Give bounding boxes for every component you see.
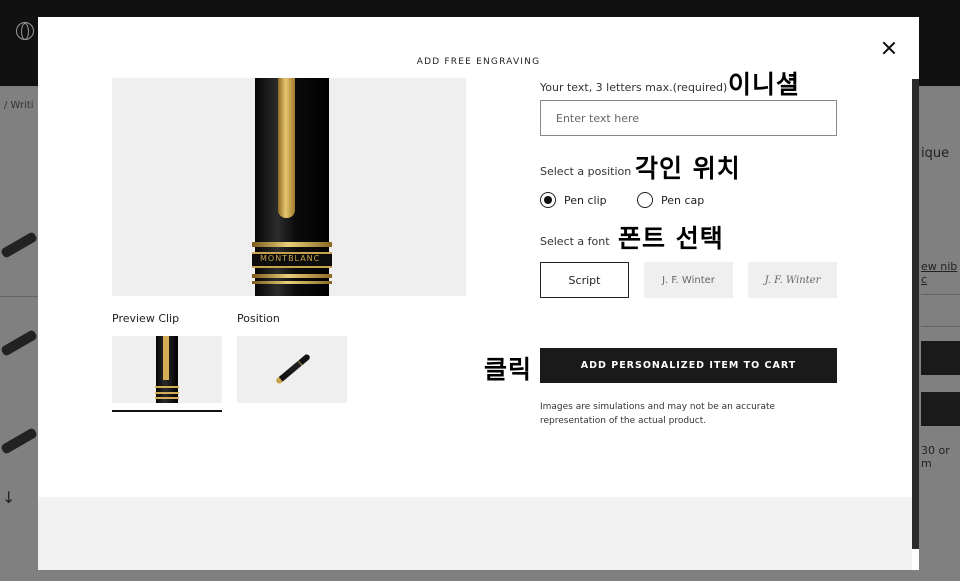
background-button[interactable] (921, 341, 960, 375)
thumb-label-position: Position (237, 312, 280, 325)
engraving-modal: ADD FREE ENGRAVING MONTBLANC Preview Cli… (38, 17, 919, 570)
annotation-click: 클릭 (484, 355, 533, 384)
text-field-label: Your text, 3 letters max.(required) (540, 81, 728, 94)
radio-unchecked-icon[interactable] (637, 192, 653, 208)
pen-engraving-text: MONTBLANC (260, 254, 321, 263)
radio-pen-clip[interactable]: Pen clip (540, 191, 607, 209)
shipping-text-fragment: 30 or m (921, 444, 950, 470)
mini-pen-ring (155, 386, 179, 388)
font-option-jf-winter-italic[interactable]: J. F. Winter (748, 262, 837, 298)
globe-icon[interactable] (16, 22, 34, 40)
font-label: Select a font (540, 235, 610, 248)
add-to-cart-button[interactable]: ADD PERSONALIZED ITEM TO CART (540, 348, 837, 383)
mini-pen-clip (163, 336, 169, 380)
pen-clip (278, 78, 295, 218)
pen-ring (252, 274, 332, 278)
font-option-script[interactable]: Script (540, 262, 629, 298)
pen-ring (252, 281, 332, 284)
breadcrumb: / Writi (4, 100, 34, 111)
radio-checked-icon[interactable] (540, 192, 556, 208)
font-option-jf-winter[interactable]: J. F. Winter (644, 262, 733, 298)
divider (921, 294, 960, 295)
disclaimer-text: Images are simulations and may not be an… (540, 402, 776, 426)
engraving-preview-image: MONTBLANC (112, 78, 466, 296)
mini-pen-ring (155, 392, 179, 394)
mini-pen-ring (155, 397, 179, 399)
annotation-position: 각인 위치 (635, 154, 741, 183)
pen-ring (252, 242, 332, 247)
thumb-label-preview-clip: Preview Clip (112, 312, 180, 325)
modal-scrollbar[interactable] (912, 79, 919, 549)
modal-footer (38, 497, 912, 570)
background-button[interactable] (921, 392, 960, 426)
engraving-text-input[interactable] (540, 100, 837, 136)
divider (921, 326, 960, 327)
radio-label-pen-clip: Pen clip (564, 193, 607, 207)
arrow-down-icon[interactable]: ↓ (2, 488, 15, 507)
pen-diagonal-image (274, 353, 312, 385)
nib-link-fragment: ew nib c (921, 260, 958, 286)
annotation-font: 폰트 선택 (618, 224, 724, 253)
thumbnail-position[interactable] (237, 336, 347, 403)
radio-pen-cap[interactable]: Pen cap (637, 191, 704, 209)
close-icon[interactable] (880, 39, 898, 57)
thumbnail-preview-clip[interactable] (112, 336, 222, 403)
radio-label-pen-cap: Pen cap (661, 193, 705, 207)
active-thumbnail-indicator (112, 410, 222, 412)
position-label: Select a position (540, 165, 632, 178)
product-title-fragment: ique (921, 146, 950, 161)
annotation-initials: 이니셜 (728, 70, 801, 99)
divider (0, 296, 38, 297)
